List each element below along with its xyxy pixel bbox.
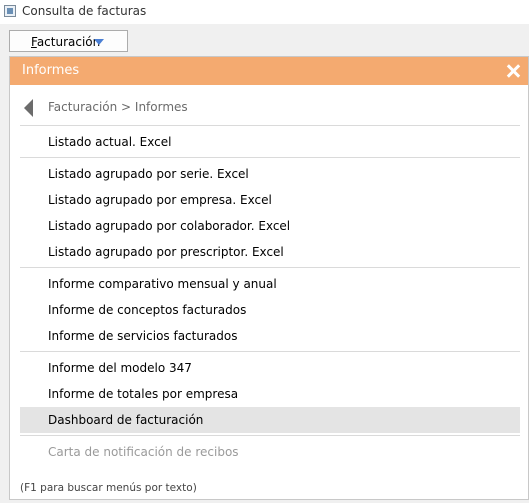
menu-item-listado-serie[interactable]: Listado agrupado por serie. Excel <box>20 161 520 187</box>
menu-item-label: Informe comparativo mensual y anual <box>48 277 277 291</box>
menu-item-label: Informe de totales por empresa <box>48 387 239 401</box>
menu-item-listado-colaborador[interactable]: Listado agrupado por colaborador. Excel <box>20 213 520 239</box>
menu-item-listado-actual[interactable]: Listado actual. Excel <box>20 129 520 155</box>
app-window-icon <box>4 5 16 17</box>
menu-item-listado-prescriptor[interactable]: Listado agrupado por prescriptor. Excel <box>20 239 520 265</box>
title-bar: Consulta de facturas <box>0 0 529 24</box>
menu-item-label: Informe del modelo 347 <box>48 361 192 375</box>
panel-title: Informes <box>22 63 80 78</box>
close-icon[interactable] <box>502 60 524 82</box>
menu-item-totales-empresa[interactable]: Informe de totales por empresa <box>20 381 520 407</box>
menu-item-label: Carta de notificación de recibos <box>48 445 239 459</box>
facturacion-menu-button[interactable]: Facturación <box>9 30 128 52</box>
menu-item-carta-notificacion: Carta de notificación de recibos <box>20 439 520 465</box>
menu-item-label: Dashboard de facturación <box>48 413 204 427</box>
window-title: Consulta de facturas <box>22 4 147 18</box>
menu-item-listado-empresa[interactable]: Listado agrupado por empresa. Excel <box>20 187 520 213</box>
reports-panel: Informes Facturación > Informes Listado … <box>9 56 529 500</box>
menu-item-label: Listado actual. Excel <box>48 135 172 149</box>
menu-item-conceptos[interactable]: Informe de conceptos facturados <box>20 297 520 323</box>
menu-item-label: Listado agrupado por colaborador. Excel <box>48 219 291 233</box>
divider <box>20 267 520 268</box>
divider <box>20 157 520 158</box>
menu-item-dashboard[interactable]: Dashboard de facturación <box>20 407 520 433</box>
menu-item-label: Informe de conceptos facturados <box>48 303 247 317</box>
menu-item-label: Listado agrupado por serie. Excel <box>48 167 249 181</box>
divider <box>20 125 520 126</box>
menu-item-comparativo[interactable]: Informe comparativo mensual y anual <box>20 271 520 297</box>
divider <box>20 435 520 436</box>
menu-item-label: Listado agrupado por prescriptor. Excel <box>48 245 284 259</box>
breadcrumb-text: Facturación > Informes <box>48 100 188 114</box>
dropdown-arrow-icon <box>94 39 104 45</box>
panel-header: Informes <box>10 57 528 85</box>
menu-item-modelo-347[interactable]: Informe del modelo 347 <box>20 355 520 381</box>
search-hint: (F1 para buscar menús por texto) <box>20 482 197 494</box>
menu-button-label: Facturación <box>31 35 101 49</box>
divider <box>20 351 520 352</box>
menu-item-label: Informe de servicios facturados <box>48 329 238 343</box>
menu-item-servicios[interactable]: Informe de servicios facturados <box>20 323 520 349</box>
breadcrumb: Facturación > Informes <box>20 97 520 119</box>
menu-item-label: Listado agrupado por empresa. Excel <box>48 193 272 207</box>
back-arrow-icon[interactable] <box>24 99 33 117</box>
